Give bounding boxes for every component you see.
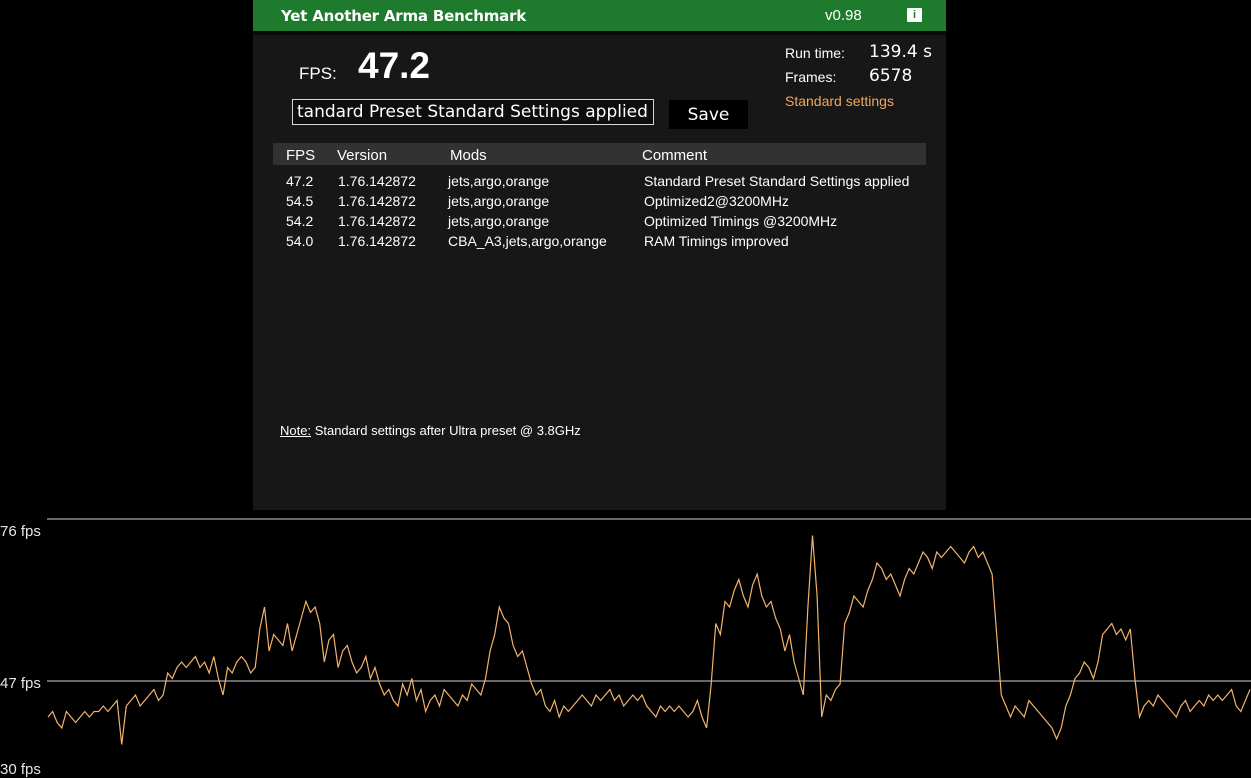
- column-header-version[interactable]: Version: [337, 147, 387, 164]
- info-icon[interactable]: i: [907, 8, 922, 22]
- min-fps-label: 30 fps: [0, 761, 41, 778]
- comment-input[interactable]: [292, 99, 654, 125]
- cell-mods: jets,argo,orange: [448, 213, 550, 229]
- cell-fps: 54.5: [286, 193, 314, 209]
- frames-label: Frames:: [785, 69, 837, 85]
- version-label: v0.98: [825, 7, 862, 24]
- fps-label: FPS:: [299, 64, 337, 83]
- runtime-label: Run time:: [785, 45, 845, 61]
- save-button[interactable]: Save: [669, 100, 748, 129]
- table-row[interactable]: 54.2 1.76.142872 jets,argo,orange Optimi…: [253, 213, 946, 233]
- cell-mods: jets,argo,orange: [448, 193, 550, 209]
- table-row[interactable]: 47.2 1.76.142872 jets,argo,orange Standa…: [253, 173, 946, 193]
- cell-version: 1.76.142872: [338, 173, 416, 189]
- cell-comment: RAM Timings improved: [644, 233, 789, 249]
- column-header-mods[interactable]: Mods: [450, 147, 487, 164]
- note-key: Note:: [280, 423, 312, 438]
- max-fps-label: 76 fps: [0, 523, 41, 540]
- fps-series-line: [47, 535, 1251, 745]
- table-row[interactable]: 54.5 1.76.142872 jets,argo,orange Optimi…: [253, 193, 946, 213]
- cell-fps: 54.0: [286, 233, 314, 249]
- cell-comment: Optimized2@3200MHz: [644, 193, 789, 209]
- results-table-header: FPS Version Mods Comment: [273, 143, 926, 165]
- frames-value: 6578: [869, 66, 913, 86]
- cell-version: 1.76.142872: [338, 213, 416, 229]
- standard-settings-link[interactable]: Standard settings: [785, 93, 894, 109]
- app-title: Yet Another Arma Benchmark: [281, 7, 527, 25]
- cell-version: 1.76.142872: [338, 233, 416, 249]
- title-bar: Yet Another Arma Benchmark v0.98 i: [253, 0, 946, 31]
- cell-comment: Optimized Timings @3200MHz: [644, 213, 838, 229]
- column-header-comment[interactable]: Comment: [642, 147, 707, 164]
- column-header-fps[interactable]: FPS: [286, 147, 315, 164]
- cell-mods: CBA_A3,jets,argo,orange: [448, 233, 607, 249]
- cell-fps: 47.2: [286, 173, 314, 189]
- runtime-value: 139.4 s: [869, 42, 932, 62]
- note-body: Standard settings after Ultra preset @ 3…: [311, 423, 581, 438]
- table-row[interactable]: 54.0 1.76.142872 CBA_A3,jets,argo,orange…: [253, 233, 946, 253]
- note-text: Note: Standard settings after Ultra pres…: [280, 423, 581, 438]
- benchmark-dialog: Yet Another Arma Benchmark v0.98 i FPS: …: [253, 0, 946, 510]
- cell-comment: Standard Preset Standard Settings applie…: [644, 173, 910, 189]
- avg-fps-label: 47 fps: [0, 675, 41, 692]
- fps-value: 47.2: [358, 45, 431, 86]
- title-divider: [253, 31, 946, 35]
- cell-version: 1.76.142872: [338, 193, 416, 209]
- fps-graph: 76 fps 47 fps 30 fps: [0, 518, 1251, 778]
- cell-fps: 54.2: [286, 213, 314, 229]
- cell-mods: jets,argo,orange: [448, 173, 550, 189]
